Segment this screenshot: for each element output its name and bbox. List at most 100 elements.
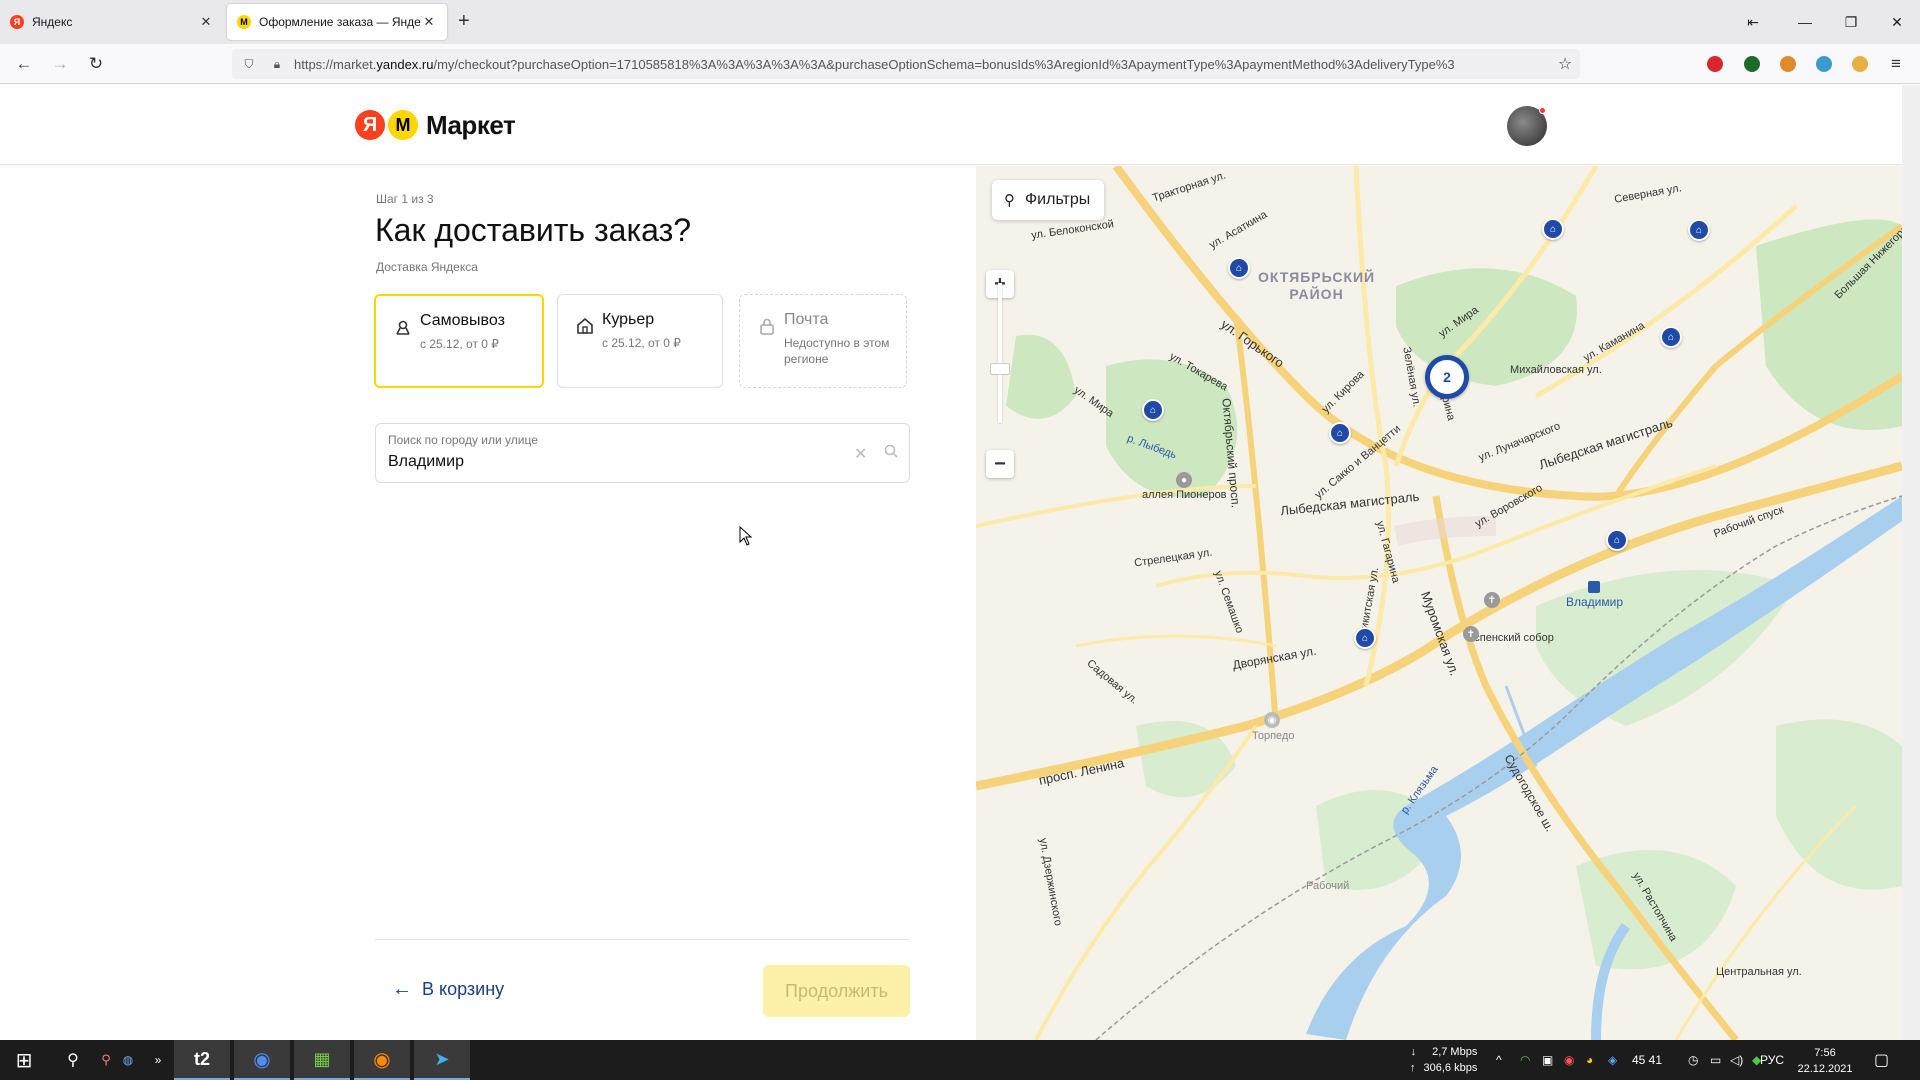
pickup-point-pin[interactable]: ⌂ bbox=[1606, 529, 1628, 551]
mouse-cursor-icon bbox=[739, 526, 753, 546]
tray-app-icon[interactable]: ◷ bbox=[1688, 1040, 1698, 1080]
map-label: Владимир bbox=[1566, 595, 1624, 609]
delivery-subtitle: Доставка Яндекса bbox=[376, 260, 478, 274]
tab-title: Яндекс bbox=[32, 15, 73, 29]
extension-icon[interactable] bbox=[1780, 56, 1796, 72]
windows-taskbar: ⊞ ⚲ ⚲ ◍ » t2 ◉ ▦ ◉ ➤ ↓ 2,7 Mbps ↑ 306,6 kb… bbox=[0, 1040, 1920, 1080]
map[interactable]: ⚲ Фильтры + − ОКТЯБРЬСКИЙ РАЙОН Тракторн… bbox=[976, 166, 1902, 1040]
browser-tab-bar: Я Яндекс ✕ M Оформление заказа — Яндекс … bbox=[0, 0, 1920, 44]
map-base bbox=[976, 166, 1902, 1040]
yandex-search-icon[interactable]: ⚲ bbox=[96, 1040, 116, 1080]
tab-title: Оформление заказа — Яндекс bbox=[259, 15, 421, 29]
shield-icon[interactable]: ⛉ bbox=[238, 57, 260, 72]
tray-app-icon[interactable]: ◉ bbox=[1564, 1040, 1574, 1080]
minimize-icon[interactable]: — bbox=[1782, 0, 1828, 44]
pickup-option[interactable]: Самовывоз с 25.12, от 0 ₽ bbox=[374, 294, 544, 388]
net-down: 2,7 Mbps bbox=[1432, 1046, 1478, 1058]
adblock-extension-icon[interactable] bbox=[1707, 56, 1723, 72]
taskbar-app-firefox[interactable]: ◉ bbox=[354, 1040, 410, 1080]
search-input[interactable]: Владимир bbox=[388, 453, 464, 471]
city-search-field[interactable]: Поиск по городу или улице Владимир ✕ bbox=[375, 423, 910, 483]
taskbar-app-sheets[interactable]: ▦ bbox=[294, 1040, 350, 1080]
restore-icon[interactable]: ❐ bbox=[1828, 0, 1874, 44]
avatar[interactable] bbox=[1507, 106, 1547, 146]
windows-start-icon[interactable]: ⊞ bbox=[8, 1040, 40, 1080]
logo-m: M bbox=[388, 110, 418, 140]
monitor-icon[interactable]: ▭ bbox=[1710, 1040, 1721, 1080]
taskbar-app-chrome[interactable]: ◉ bbox=[234, 1040, 290, 1080]
map-label: Успенский собор bbox=[1468, 632, 1554, 644]
pickup-point-pin[interactable]: ⌂ bbox=[1542, 218, 1564, 240]
net-up: 306,6 kbps bbox=[1423, 1062, 1478, 1074]
pickup-point-pin[interactable]: ⌂ bbox=[1354, 627, 1376, 649]
map-label: Торпедо bbox=[1252, 730, 1295, 742]
logo-ya: Я bbox=[355, 110, 385, 140]
bookmark-star-icon[interactable]: ☆ bbox=[1550, 54, 1580, 74]
download-arrow-icon: ↓ bbox=[1410, 1046, 1417, 1058]
tray-app-icon[interactable]: ◕ bbox=[1586, 1040, 1593, 1080]
clear-icon[interactable]: ✕ bbox=[854, 444, 867, 464]
stadium-poi-icon: ◉ bbox=[1264, 712, 1280, 728]
close-window-icon[interactable]: ✕ bbox=[1874, 0, 1920, 44]
speaker-icon[interactable]: ◁) bbox=[1730, 1040, 1743, 1080]
pickup-icon bbox=[394, 318, 412, 336]
district-label: ОКТЯБРЬСКИЙ РАЙОН bbox=[1258, 269, 1376, 302]
chevron-right-icon[interactable]: » bbox=[150, 1040, 166, 1080]
address-bar[interactable]: ⛉ 🔒︎ https://market.yandex.ru/my/checkou… bbox=[232, 49, 1580, 79]
forward-arrow-icon[interactable]: → bbox=[48, 52, 72, 76]
continue-button[interactable]: Продолжить bbox=[763, 965, 910, 1017]
extension-icon[interactable] bbox=[1816, 56, 1832, 72]
search-icon[interactable]: ⚲ bbox=[58, 1040, 88, 1080]
new-tab-icon[interactable]: + bbox=[458, 10, 470, 33]
notification-dot bbox=[1539, 107, 1546, 114]
park-poi-icon: ● bbox=[1176, 472, 1192, 488]
pickup-point-pin[interactable]: ⌂ bbox=[1228, 257, 1250, 279]
taskbar-app-telegram[interactable]: ➤ bbox=[414, 1040, 470, 1080]
yandex-market-logo[interactable]: Я M Маркет bbox=[355, 107, 516, 143]
page-scrollbar[interactable] bbox=[1902, 85, 1920, 1040]
arrow-left-icon: ← bbox=[392, 978, 412, 1000]
back-label: В корзину bbox=[422, 979, 505, 999]
church-poi-icon: ✝ bbox=[1484, 592, 1500, 608]
logo-text: Маркет bbox=[426, 109, 516, 140]
zoom-out-button[interactable]: − bbox=[986, 450, 1014, 478]
close-tab-icon[interactable]: ✕ bbox=[198, 14, 214, 30]
zoom-slider[interactable] bbox=[998, 283, 1002, 423]
back-to-cart-button[interactable]: ← В корзину bbox=[392, 978, 504, 1001]
tab-yandex[interactable]: Я Яндекс ✕ bbox=[0, 4, 224, 40]
tray-app-icon[interactable]: ▣ bbox=[1542, 1040, 1553, 1080]
option-title: Самовывоз bbox=[420, 312, 505, 329]
pickup-cluster[interactable]: 2 bbox=[1425, 355, 1469, 399]
back-arrow-icon[interactable]: ← bbox=[12, 52, 36, 76]
menu-icon[interactable]: ≡ bbox=[1884, 52, 1908, 76]
lock-icon bbox=[758, 317, 776, 335]
pickup-point-pin[interactable]: ⌂ bbox=[1660, 326, 1682, 348]
reload-icon[interactable]: ↻ bbox=[84, 52, 108, 76]
notifications-icon[interactable]: ▢ bbox=[1874, 1040, 1889, 1080]
language-indicator[interactable]: РУС bbox=[1760, 1040, 1784, 1080]
pickup-point-pin[interactable]: ⌂ bbox=[1142, 399, 1164, 421]
close-tab-icon[interactable]: ✕ bbox=[421, 14, 437, 30]
pin-icon[interactable]: ⇤ bbox=[1730, 0, 1776, 44]
puzzle-icon[interactable] bbox=[1852, 56, 1868, 72]
pickup-point-pin[interactable]: ⌂ bbox=[1688, 219, 1710, 241]
url-text[interactable]: https://market.yandex.ru/my/checkout?pur… bbox=[288, 57, 1550, 72]
lock-icon[interactable]: 🔒︎ bbox=[266, 57, 288, 72]
filters-label: Фильтры bbox=[1025, 191, 1091, 208]
yandex-favicon-icon: Я bbox=[10, 15, 24, 29]
courier-option[interactable]: Курьер с 25.12, от 0 ₽ bbox=[557, 294, 723, 388]
zoom-slider-handle[interactable] bbox=[990, 363, 1010, 375]
app-icon[interactable]: ◍ bbox=[118, 1040, 138, 1080]
security-extension-icon[interactable] bbox=[1744, 56, 1760, 72]
map-label: Рабочий bbox=[1306, 880, 1350, 892]
market-favicon-icon: M bbox=[237, 15, 251, 29]
tray-app-icon[interactable]: ◈ bbox=[1608, 1040, 1617, 1080]
filters-button[interactable]: ⚲ Фильтры bbox=[992, 180, 1105, 220]
taskbar-app-t2[interactable]: t2 bbox=[174, 1040, 230, 1080]
wifi-icon[interactable]: ◠ bbox=[1520, 1040, 1530, 1080]
pickup-point-pin[interactable]: ⌂ bbox=[1329, 422, 1351, 444]
tab-checkout[interactable]: M Оформление заказа — Яндекс ✕ bbox=[227, 4, 447, 40]
tray-chevron-icon[interactable]: ^ bbox=[1496, 1040, 1502, 1080]
clock[interactable]: 7:56 22.12.2021 bbox=[1790, 1045, 1860, 1077]
search-icon[interactable] bbox=[884, 444, 898, 461]
